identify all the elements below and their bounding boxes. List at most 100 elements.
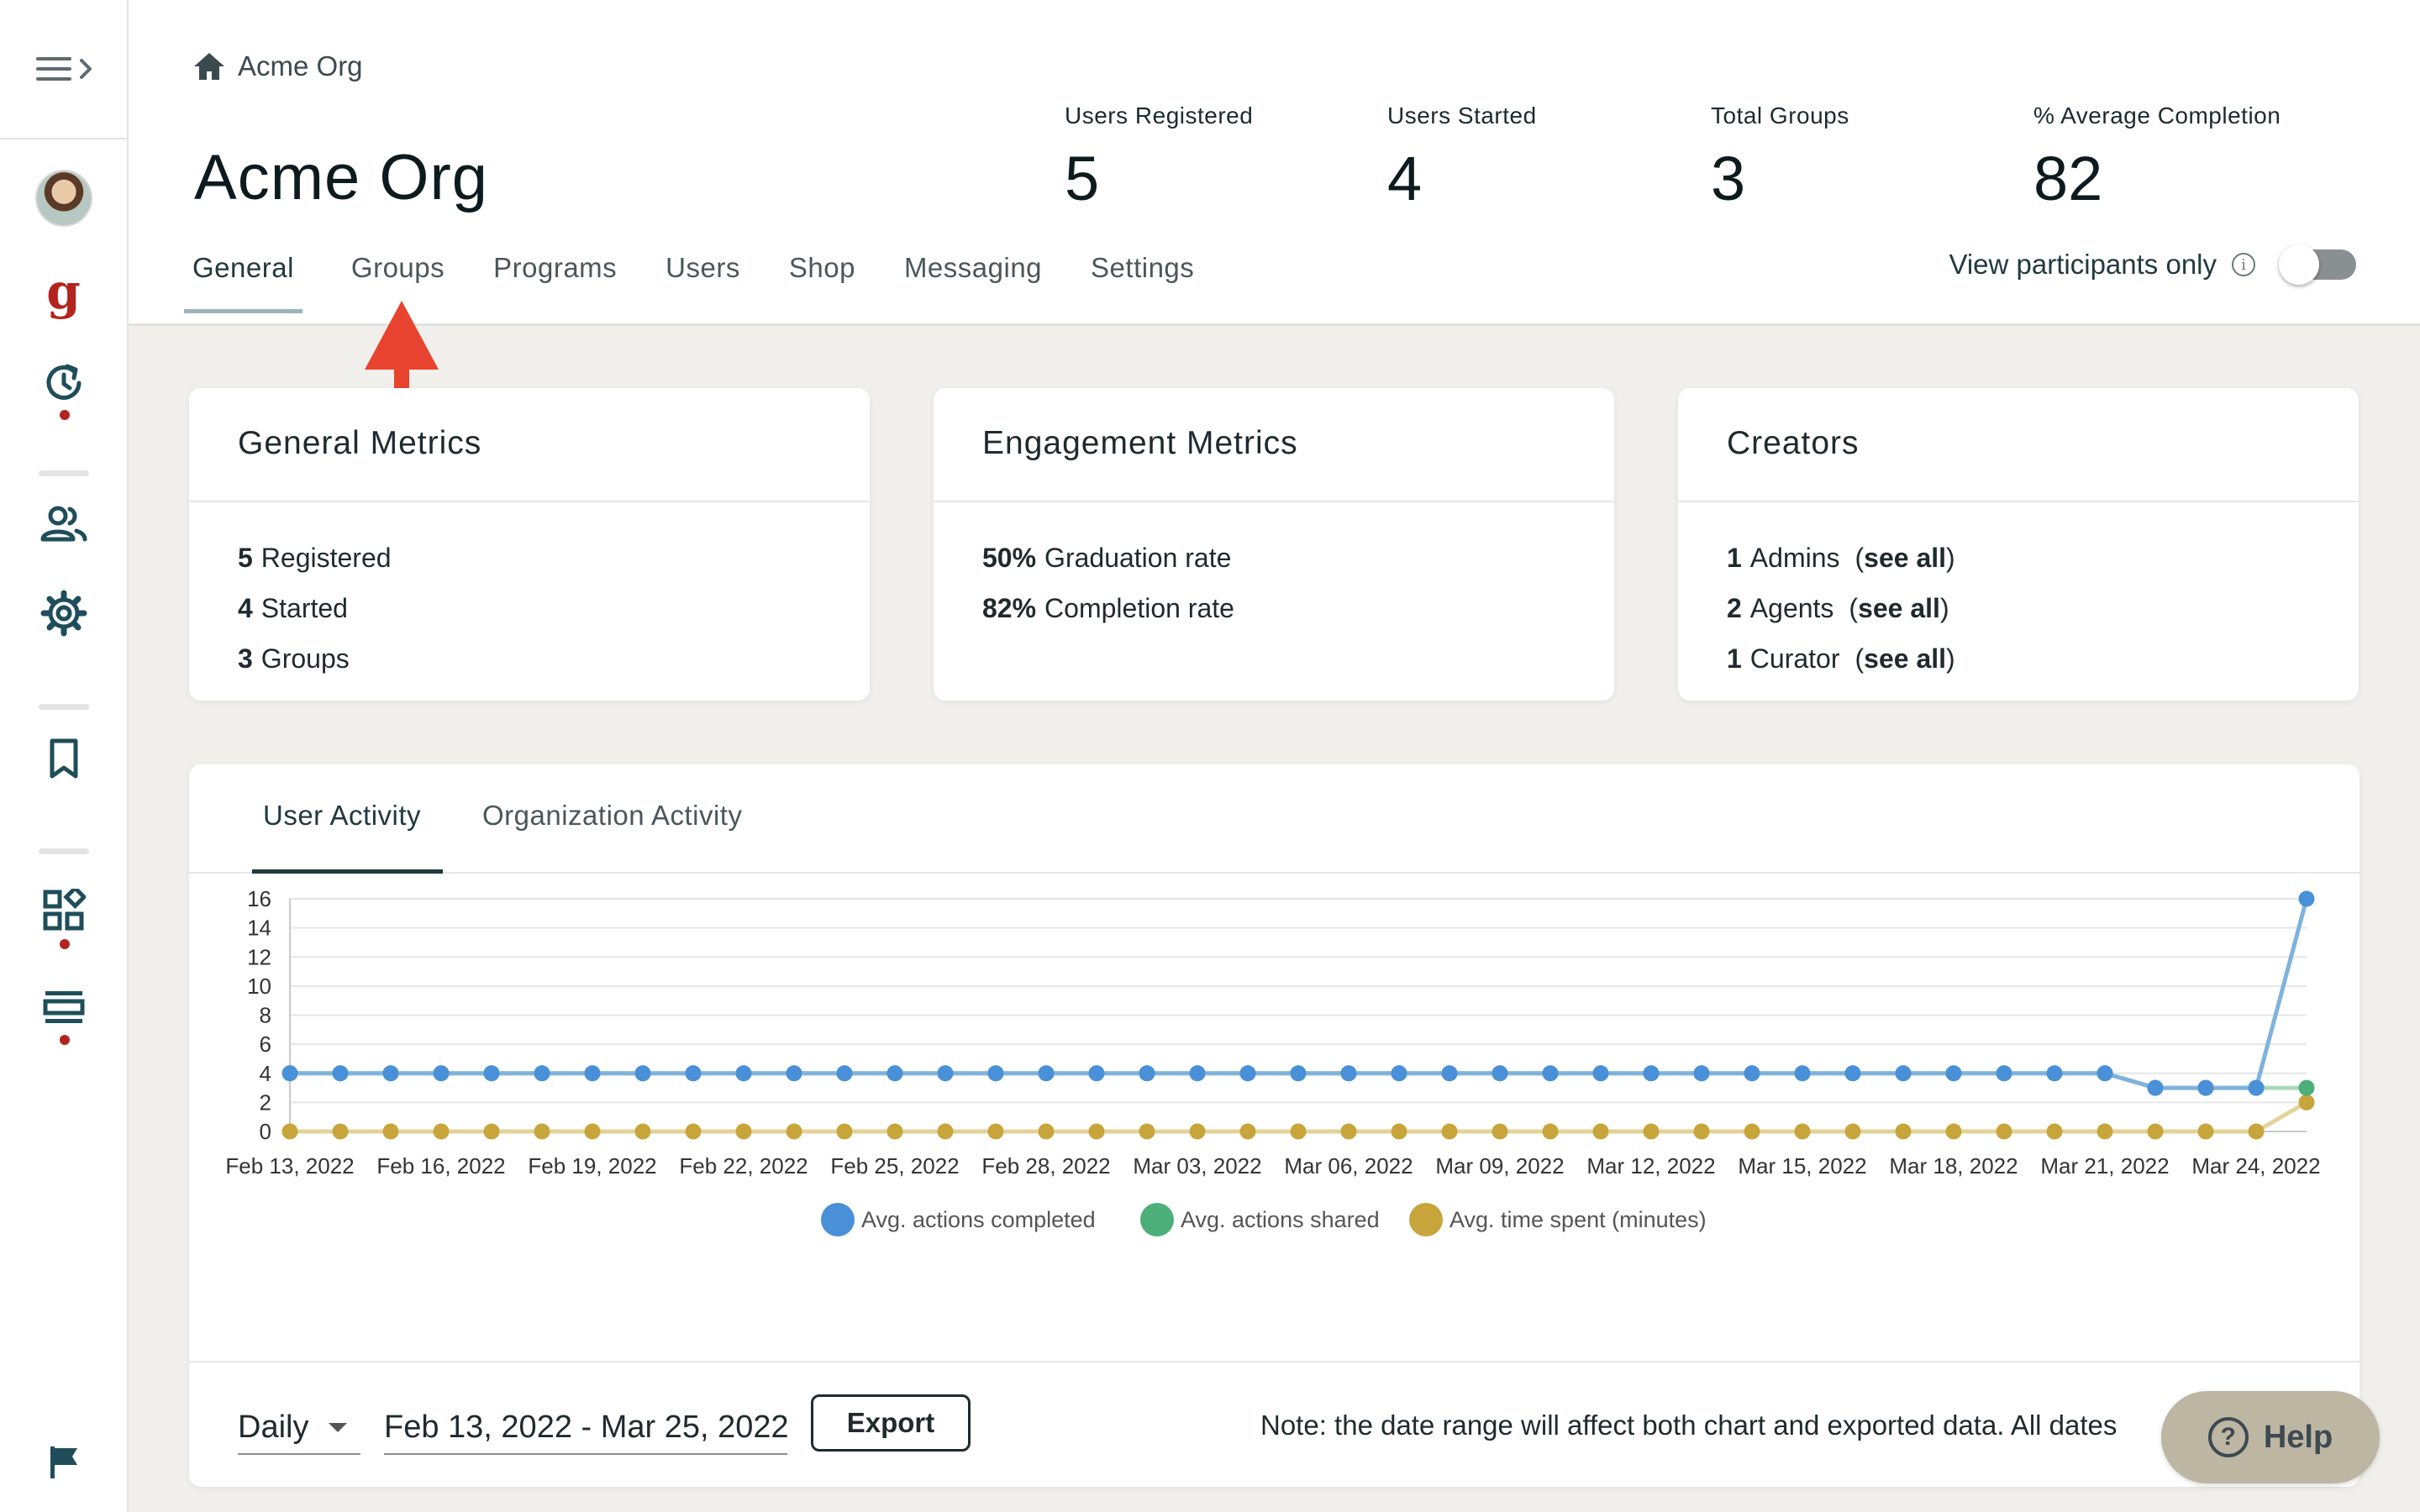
data-point — [1643, 1065, 1660, 1082]
sidebar-divider — [39, 704, 89, 710]
data-point — [836, 1065, 853, 1082]
engagement-metrics-card: Engagement Metrics 50% Graduation rate 82… — [934, 388, 1614, 701]
data-point — [2298, 1079, 2315, 1096]
data-point — [735, 1065, 752, 1082]
users-icon — [40, 506, 87, 542]
data-point — [2046, 1065, 2063, 1082]
sidebar-item-widgets[interactable] — [0, 889, 127, 932]
sidebar-toggle-button[interactable] — [0, 0, 129, 139]
sidebar-divider — [39, 470, 89, 476]
interval-select[interactable]: Daily — [238, 1401, 360, 1455]
sidebar: g — [0, 0, 129, 1512]
sidebar-divider — [39, 848, 89, 854]
data-point — [2046, 1123, 2063, 1140]
data-point — [1139, 1065, 1155, 1082]
data-point — [332, 1065, 349, 1082]
legend-label: Avg. actions completed — [861, 1207, 1096, 1232]
sidebar-item-settings[interactable] — [0, 590, 127, 637]
y-tick-label: 12 — [247, 944, 271, 969]
data-point — [1895, 1123, 1912, 1140]
see-all-curators-link[interactable]: (see all) — [1855, 643, 1955, 675]
data-point — [2248, 1123, 2265, 1140]
x-tick-label: Feb 28, 2022 — [981, 1153, 1110, 1179]
notification-dot — [60, 939, 70, 949]
sidebar-item-activity[interactable] — [0, 360, 127, 407]
info-icon[interactable]: i — [2232, 253, 2255, 276]
data-point — [433, 1123, 450, 1140]
home-icon — [194, 53, 224, 80]
data-point — [634, 1123, 651, 1140]
stat-label: Users Started — [1387, 102, 1537, 129]
tab-shop[interactable]: Shop — [789, 244, 855, 313]
legend-label: Avg. actions shared — [1181, 1207, 1380, 1232]
sidebar-item-home[interactable]: g — [0, 267, 127, 316]
sidebar-item-users[interactable] — [0, 506, 127, 543]
see-all-admins-link[interactable]: (see all) — [1855, 543, 1955, 574]
creator-row: 1 Curator (see all) — [1727, 633, 2359, 684]
data-point — [1340, 1065, 1357, 1082]
participants-only-toggle[interactable] — [2279, 244, 2356, 285]
metric-value: 5 — [238, 542, 253, 573]
data-point — [1239, 1065, 1256, 1082]
breadcrumb[interactable]: Acme Org — [192, 50, 363, 82]
tab-organization-activity[interactable]: Organization Activity — [482, 800, 742, 832]
legend-swatch — [821, 1203, 855, 1236]
stat-value: 5 — [1065, 144, 1100, 213]
tab-users[interactable]: Users — [666, 244, 740, 313]
data-point — [987, 1123, 1004, 1140]
sidebar-item-bookmarks[interactable] — [0, 738, 127, 781]
data-point — [937, 1065, 954, 1082]
data-point — [1290, 1123, 1307, 1140]
data-point — [1038, 1123, 1055, 1140]
tab-messaging[interactable]: Messaging — [904, 244, 1042, 313]
metric-label: Registered — [260, 542, 392, 573]
activity-icon — [46, 364, 81, 400]
notification-dot — [60, 410, 70, 420]
data-point — [332, 1123, 349, 1140]
data-point — [483, 1123, 500, 1140]
stat-users-started: Users Started 4 — [1387, 102, 1537, 214]
see-all-agents-link[interactable]: (see all) — [1849, 593, 1949, 624]
data-point — [1744, 1123, 1760, 1140]
user-activity-chart: 0 2 4 6 8 10 12 14 16 Feb 13, 2022 Feb 16, 2022 Feb… — [225, 886, 2321, 1236]
widgets-icon — [43, 889, 86, 931]
activity-panel: User Activity Organization Activity 0 2 4 6… — [189, 764, 2360, 1487]
export-button[interactable]: Export — [811, 1394, 971, 1452]
data-point — [584, 1065, 601, 1082]
legend-swatch — [1140, 1203, 1174, 1236]
y-tick-label: 8 — [260, 1003, 271, 1028]
tab-user-activity[interactable]: User Activity — [263, 800, 421, 832]
date-range-input[interactable]: Feb 13, 2022 - Mar 25, 2022 — [384, 1401, 787, 1455]
tab-general[interactable]: General — [184, 244, 302, 313]
data-point — [1996, 1065, 2012, 1082]
data-point — [634, 1065, 651, 1082]
data-point — [1491, 1065, 1508, 1082]
sidebar-item-list[interactable] — [0, 988, 127, 1026]
date-range-note: Note: the date range will affect both ch… — [1260, 1410, 2118, 1441]
data-point — [886, 1065, 903, 1082]
metric-value: 3 — [238, 643, 253, 674]
tab-settings[interactable]: Settings — [1091, 244, 1194, 313]
metric-label: Completion rate — [1044, 592, 1234, 623]
interval-value: Daily — [238, 1409, 309, 1445]
card-title: Engagement Metrics — [934, 388, 1614, 502]
x-tick-label: Mar 03, 2022 — [1133, 1153, 1261, 1179]
sidebar-item-flag[interactable] — [0, 1443, 127, 1480]
data-point — [1189, 1123, 1206, 1140]
data-point — [1038, 1065, 1055, 1082]
creator-label: Curator — [1749, 643, 1840, 674]
stat-value: 4 — [1387, 144, 1423, 213]
data-point — [735, 1123, 752, 1140]
metric-label: Graduation rate — [1044, 542, 1232, 573]
x-tick-label: Mar 06, 2022 — [1284, 1153, 1413, 1179]
data-point — [1391, 1123, 1407, 1140]
sidebar-avatar[interactable] — [0, 170, 127, 227]
creator-row: 1 Admins (see all) — [1727, 533, 2359, 583]
org-header: Acme Org Acme Org Users Registered 5 Use… — [129, 0, 2420, 326]
data-point — [786, 1065, 802, 1082]
tab-programs[interactable]: Programs — [493, 244, 617, 313]
stat-value: 82 — [2033, 144, 2103, 213]
x-tick-label: Feb 16, 2022 — [376, 1153, 505, 1179]
help-button[interactable]: ? Help — [2161, 1391, 2380, 1483]
stat-value: 3 — [1711, 144, 1746, 213]
